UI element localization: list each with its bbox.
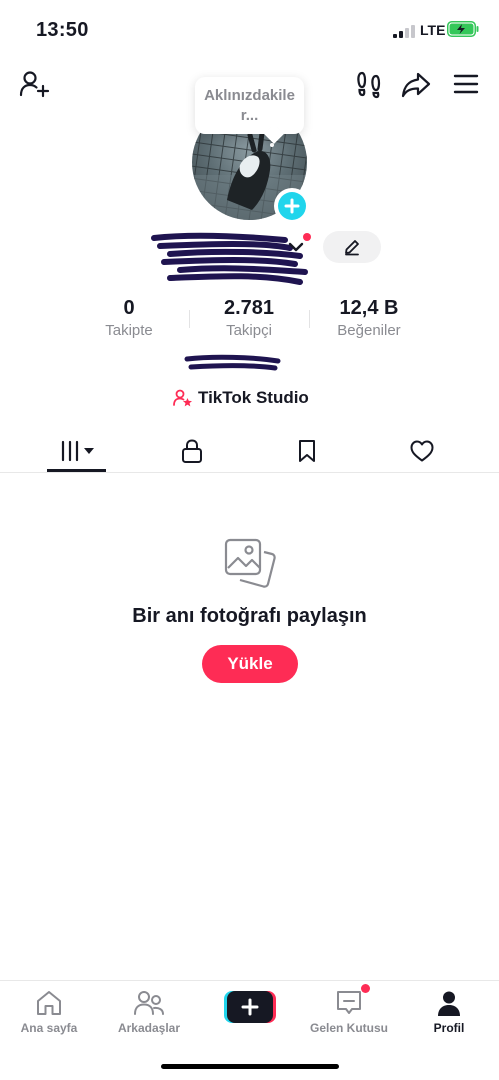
bookmark-icon	[298, 440, 315, 462]
edit-profile-button[interactable]	[323, 231, 381, 263]
tab-saved[interactable]	[277, 434, 336, 468]
empty-state-title: Bir anı fotoğrafı paylaşın	[132, 605, 367, 627]
add-user-icon	[19, 71, 50, 98]
stat-divider	[189, 310, 190, 328]
tab-liked[interactable]	[392, 434, 451, 468]
footprints-button[interactable]	[353, 68, 385, 100]
tab-videos[interactable]	[47, 434, 106, 468]
plus-icon	[284, 198, 300, 214]
notification-dot	[303, 233, 311, 241]
nav-home[interactable]: Ana sayfa	[4, 989, 94, 1035]
add-photo-button[interactable]	[274, 188, 310, 224]
menu-button[interactable]	[450, 68, 482, 100]
studio-label: TikTok Studio	[198, 388, 309, 407]
battery-icon	[447, 21, 479, 37]
create-button[interactable]	[224, 991, 276, 1023]
lock-icon	[181, 439, 202, 463]
nav-friends[interactable]: Arkadaşlar	[104, 989, 194, 1035]
studio-icon	[173, 389, 192, 407]
stat-followers[interactable]: 2.781 Takipçi	[204, 296, 294, 340]
pencil-icon	[345, 240, 359, 256]
redacted-bio	[184, 354, 281, 371]
inbox-badge	[361, 984, 370, 993]
heart-icon	[410, 440, 433, 462]
network-type: LTE	[420, 22, 446, 38]
share-icon	[401, 72, 431, 98]
home-icon	[37, 991, 61, 1015]
footprints-icon	[357, 71, 381, 99]
home-indicator	[161, 1064, 339, 1069]
nav-profile[interactable]: Profil	[404, 989, 494, 1035]
tiktok-studio-link[interactable]: TikTok Studio	[172, 388, 309, 408]
hamburger-menu-icon	[453, 74, 479, 94]
stat-likes[interactable]: 12,4 B Beğeniler	[324, 296, 414, 340]
inbox-icon	[337, 991, 361, 1014]
signal-icon	[393, 25, 415, 38]
thoughts-tooltip[interactable]: Aklınızdakiler...	[195, 77, 304, 134]
status-time: 13:50	[36, 19, 89, 41]
share-profile-button[interactable]	[400, 68, 432, 100]
friends-icon	[134, 991, 164, 1015]
tab-private[interactable]	[162, 434, 221, 468]
stat-divider	[309, 310, 310, 328]
upload-button[interactable]: Yükle	[202, 645, 298, 683]
status-bar: 13:50 LTE	[0, 0, 499, 56]
add-friend-button[interactable]	[18, 68, 50, 100]
chevron-down-icon[interactable]	[286, 237, 306, 257]
stat-following[interactable]: 0 Takipte	[89, 296, 169, 340]
profile-icon	[438, 991, 460, 1016]
tabs-divider	[0, 472, 499, 473]
photos-icon	[224, 538, 276, 588]
grid-icon	[61, 440, 94, 462]
nav-inbox[interactable]: Gelen Kutusu	[304, 989, 394, 1035]
